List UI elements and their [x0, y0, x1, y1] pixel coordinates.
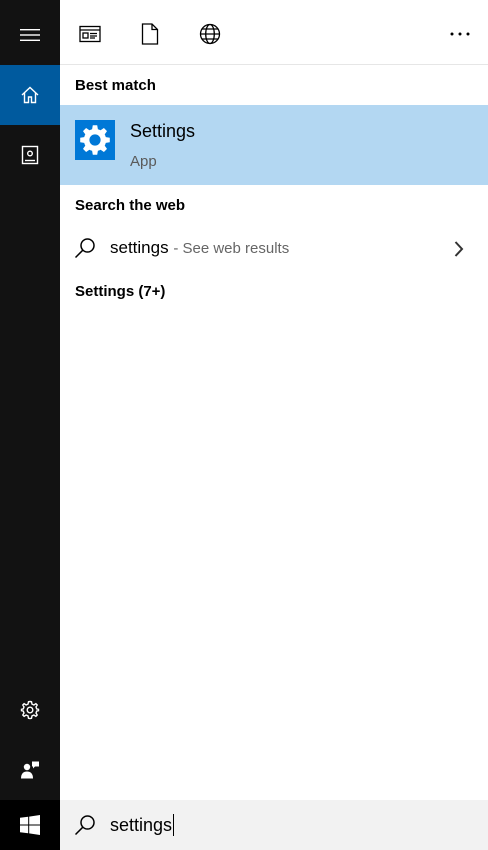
filter-toolbar [60, 0, 488, 65]
best-match-result[interactable]: Settings App [60, 105, 488, 185]
search-web-header: Search the web [75, 197, 186, 214]
settings-app-tile [75, 120, 115, 160]
search-input[interactable]: settings [110, 813, 175, 837]
search-icon [74, 238, 95, 259]
more-options-button[interactable] [440, 14, 480, 54]
search-box[interactable]: settings [60, 800, 488, 850]
web-filter-icon [199, 23, 221, 45]
search-input-value: settings [110, 814, 173, 835]
settings-group-header[interactable]: Settings (7+) [75, 283, 165, 300]
best-match-header: Best match [75, 77, 156, 94]
documents-filter-button[interactable] [130, 14, 170, 54]
text-caret [173, 814, 175, 836]
apps-filter-button[interactable] [70, 14, 110, 54]
apps-filter-icon [79, 25, 101, 43]
feedback-button[interactable] [0, 740, 60, 800]
search-icon [74, 815, 95, 836]
more-icon [450, 32, 470, 36]
notebook-button[interactable] [0, 125, 60, 185]
settings-button[interactable] [0, 680, 60, 740]
web-search-result[interactable]: settings - See web results [60, 228, 488, 270]
web-result-text: settings - See web results [110, 238, 289, 258]
start-button[interactable] [0, 800, 60, 850]
chevron-right-icon [454, 241, 464, 257]
documents-filter-icon [141, 23, 159, 45]
web-query: settings [110, 238, 169, 257]
notebook-icon [21, 145, 39, 165]
left-rail [0, 0, 60, 800]
home-button[interactable] [0, 65, 60, 125]
results-pane: Best match Settings App Search the web s… [60, 0, 488, 800]
windows-logo-icon [20, 815, 40, 835]
web-filter-button[interactable] [190, 14, 230, 54]
home-icon [21, 86, 39, 104]
result-title: Settings [130, 121, 196, 141]
search-panel: Best match Settings App Search the web s… [0, 0, 488, 850]
menu-button[interactable] [0, 5, 60, 65]
hamburger-menu-icon [20, 29, 40, 41]
settings-gear-icon [80, 125, 110, 155]
feedback-icon [21, 761, 39, 779]
result-subtitle: App [130, 153, 157, 170]
web-hint: - See web results [173, 240, 290, 257]
gear-icon [20, 700, 40, 720]
